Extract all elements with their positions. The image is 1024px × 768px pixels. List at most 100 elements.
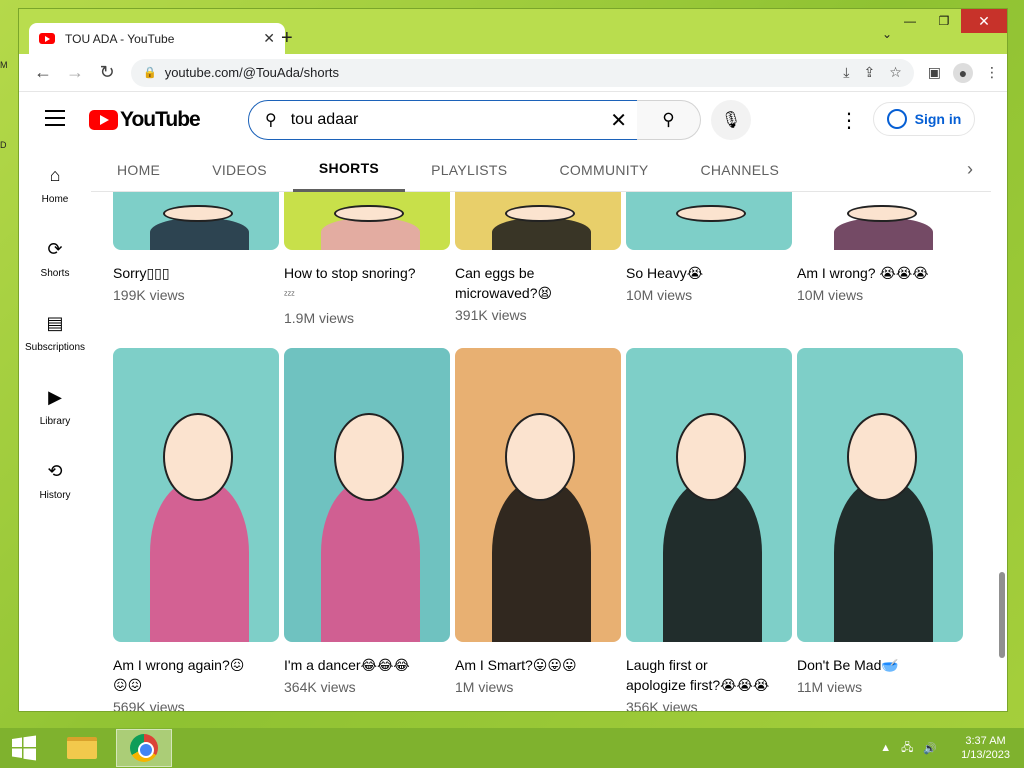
short-thumbnail[interactable] [113, 348, 279, 642]
sidebar-item-label: Home [41, 194, 69, 205]
short-thumbnail[interactable] [284, 192, 450, 250]
bookmark-star-icon[interactable]: ☆ [889, 64, 902, 81]
short-title[interactable]: Laugh first or apologize first?😭😭😭 [626, 655, 792, 695]
short-views: 10M views [626, 287, 693, 303]
short-thumbnail[interactable] [626, 192, 792, 250]
network-icon[interactable]: 🖧 [901, 739, 913, 758]
short-views: 569K views [113, 699, 185, 711]
shorts-grid: Sorry▯▯▯ 199K views How to stop snoring?… [113, 192, 973, 711]
short-card[interactable]: Am I Smart?😛😛😛 1M views [455, 348, 621, 697]
short-card[interactable]: Laugh first or apologize first?😭😭😭 356K v… [626, 348, 792, 711]
short-card[interactable]: I'm a dancer😂😂😂 364K views [284, 348, 450, 697]
short-title[interactable]: Am I wrong? 😭😭😭 [797, 263, 963, 283]
short-card[interactable]: So Heavy😭 10M views [626, 192, 792, 305]
short-title[interactable]: How to stop snoring? ᶻᶻᶻ [284, 263, 450, 306]
address-bar[interactable]: 🔒 youtube.com/@TouAda/shorts ⤓ ⇪ ☆ [131, 58, 914, 87]
short-title[interactable]: I'm a dancer😂😂😂 [284, 655, 450, 675]
search-value[interactable]: tou adaar [291, 111, 611, 129]
tab-close-icon[interactable]: ✕ [263, 30, 275, 47]
scrollbar-thumb[interactable] [999, 572, 1005, 658]
file-explorer-taskbar-button[interactable] [54, 729, 110, 767]
short-card[interactable]: Am I wrong again?😖 😖😖 569K views [113, 348, 279, 711]
short-card[interactable]: Don't Be Mad🥣 11M views [797, 348, 963, 697]
short-thumbnail[interactable] [284, 348, 450, 642]
page-scrollbar[interactable] [997, 232, 1007, 711]
short-title-line: Am I wrong again?😖 [113, 657, 245, 673]
tab-videos[interactable]: VIDEOS [186, 148, 293, 192]
maximize-icon[interactable]: ❐ [927, 9, 961, 33]
clock-date: 1/13/2023 [961, 749, 1010, 761]
new-tab-icon[interactable]: + [281, 27, 293, 50]
short-title[interactable]: Sorry▯▯▯ [113, 263, 279, 283]
volume-icon[interactable]: 🔊 [923, 742, 937, 755]
sidebar-item-subscriptions[interactable]: ▤ Subscriptions [19, 296, 91, 370]
search-icon: ⚲ [265, 112, 277, 129]
tab-playlists[interactable]: PLAYLISTS [405, 148, 533, 192]
short-card[interactable]: How to stop snoring? ᶻᶻᶻ 1.9M views [284, 192, 450, 328]
short-title[interactable]: Am I Smart?😛😛😛 [455, 655, 621, 675]
short-title-line: Laugh first or [626, 657, 708, 673]
tab-community[interactable]: COMMUNITY [533, 148, 674, 192]
sidebar-item-library[interactable]: ▶ Library [19, 370, 91, 444]
lock-icon[interactable]: 🔒 [143, 66, 157, 79]
address-bar-actions: ⤓ ⇪ ☆ [843, 64, 902, 81]
profile-icon[interactable]: ● [953, 62, 973, 83]
short-thumbnail[interactable] [797, 192, 963, 250]
share-icon[interactable]: ⇪ [863, 64, 875, 81]
short-title[interactable]: So Heavy😭 [626, 263, 792, 283]
search-button-icon: ⚲ [662, 110, 675, 129]
short-card[interactable]: Sorry▯▯▯ 199K views [113, 192, 279, 305]
channel-tabs: HOME VIDEOS SHORTS PLAYLISTS COMMUNITY C… [91, 148, 991, 192]
short-card[interactable]: Am I wrong? 😭😭😭 10M views [797, 192, 963, 305]
side-panel-icon[interactable]: ▣ [928, 64, 941, 81]
browser-menu-icon[interactable]: ⋮ [985, 64, 999, 81]
thumbnail-figure [491, 218, 592, 250]
sidebar-item-shorts[interactable]: ⟳ Shorts [19, 222, 91, 296]
short-thumbnail[interactable] [626, 348, 792, 642]
tab-search-chevron-icon[interactable]: ⌄ [882, 27, 892, 41]
forward-icon[interactable]: → [59, 62, 91, 83]
sign-in-button[interactable]: Sign in [873, 102, 975, 136]
browser-tab[interactable]: TOU ADA - YouTube ✕ [29, 23, 285, 54]
short-title[interactable]: Don't Be Mad🥣 [797, 655, 963, 675]
tab-channels[interactable]: CHANNELS [674, 148, 805, 192]
sidebar-item-home[interactable]: ⌂ Home [19, 148, 91, 222]
short-views: 1M views [455, 679, 514, 695]
short-title-line: 😖😖 [113, 677, 143, 693]
clock[interactable]: 3:37 AM 1/13/2023 [961, 734, 1010, 762]
short-thumbnail[interactable] [797, 348, 963, 642]
tab-shorts[interactable]: SHORTS [292, 148, 406, 192]
youtube-page: YouTube ⚲ tou adaar ✕ ⚲ 🎙 ⋮ Sign in ⌂ Ho… [19, 92, 1007, 711]
start-button[interactable] [0, 728, 48, 768]
search-input[interactable]: ⚲ tou adaar ✕ [248, 100, 638, 140]
windows-logo-icon [12, 735, 36, 761]
show-hidden-icons-icon[interactable]: ▲ [880, 742, 891, 754]
short-views: 356K views [626, 699, 698, 711]
minimize-icon[interactable]: — [893, 9, 927, 33]
install-icon[interactable]: ⤓ [843, 64, 849, 81]
sidebar-item-history[interactable]: ⟲ History [19, 444, 91, 518]
voice-search-button[interactable]: 🎙 [711, 100, 751, 140]
clear-search-icon[interactable]: ✕ [610, 108, 627, 133]
reload-icon[interactable]: ↻ [91, 62, 123, 83]
youtube-logo[interactable]: YouTube [89, 108, 201, 132]
back-icon[interactable]: ← [27, 62, 59, 83]
hamburger-menu-icon[interactable] [45, 110, 65, 131]
youtube-masthead: YouTube ⚲ tou adaar ✕ ⚲ 🎙 ⋮ Sign in [19, 92, 1007, 148]
tab-home[interactable]: HOME [91, 148, 186, 192]
settings-more-icon[interactable]: ⋮ [839, 108, 859, 133]
short-card[interactable]: Can eggs be microwaved?😫 391K views [455, 192, 621, 325]
short-title-line: How to stop snoring? [284, 265, 416, 281]
short-thumbnail[interactable] [455, 348, 621, 642]
short-thumbnail[interactable] [455, 192, 621, 250]
thumbnail-figure [833, 218, 934, 250]
chrome-taskbar-button[interactable] [116, 729, 172, 767]
short-title[interactable]: Am I wrong again?😖 😖😖 [113, 655, 279, 695]
short-title[interactable]: Can eggs be microwaved?😫 [455, 263, 621, 303]
history-icon: ⟲ [47, 461, 63, 481]
window-close-icon[interactable]: ✕ [961, 9, 1007, 33]
thumbnail-figure [662, 480, 763, 642]
short-thumbnail[interactable] [113, 192, 279, 250]
tabs-scroll-right-icon[interactable]: › [967, 159, 991, 180]
search-button[interactable]: ⚲ [637, 100, 701, 140]
